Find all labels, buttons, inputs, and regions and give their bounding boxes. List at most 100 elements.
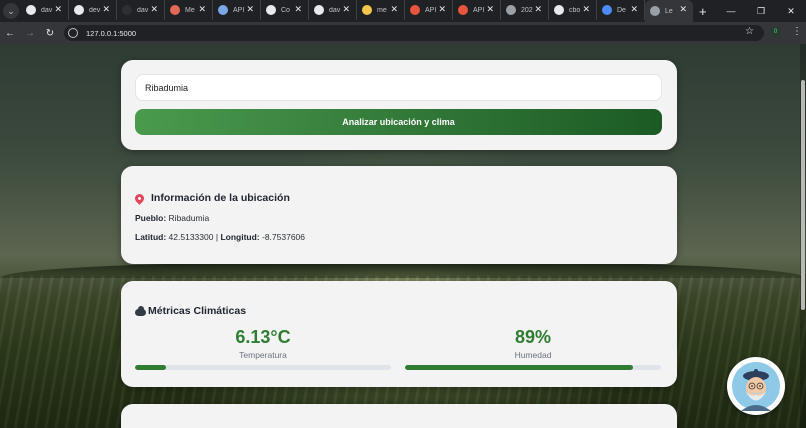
url-text[interactable]: 127.0.0.1:5000 (86, 29, 136, 38)
browser-menu-icon[interactable]: ⋮ (792, 26, 802, 37)
close-tab-icon[interactable]: ✕ (294, 4, 302, 15)
humidity-bar (405, 365, 661, 370)
tab-title: De (617, 6, 626, 14)
close-tab-icon[interactable]: ✕ (246, 4, 254, 15)
tab-title: API (473, 6, 485, 14)
close-tab-icon[interactable]: ✕ (582, 4, 590, 15)
site-icon (362, 5, 372, 15)
tab-title: API (425, 6, 437, 14)
browser-tab[interactable]: Le ✕ (645, 0, 693, 22)
window-controls: — ❐ ✕ (716, 0, 806, 22)
globe-icon (650, 6, 660, 16)
minimize-icon[interactable]: — (716, 6, 746, 16)
close-tab-icon[interactable]: ✕ (150, 4, 158, 15)
analyze-button[interactable]: Analizar ubicación y clima (135, 109, 662, 135)
location-card-title: Información de la ubicación (133, 191, 290, 205)
github-icon (314, 5, 324, 15)
browser-tab[interactable]: De ✕ (597, 0, 645, 20)
longitude-label: Longitud: (220, 232, 260, 242)
new-tab-plus-icon[interactable]: + (699, 4, 707, 19)
browser-tab[interactable]: Co ✕ (261, 0, 309, 20)
tab-title: cbo (569, 6, 581, 14)
site-icon (170, 5, 180, 15)
close-tab-icon[interactable]: ✕ (198, 4, 206, 15)
close-tab-icon[interactable]: ✕ (438, 4, 446, 15)
coordinates-line: Latitud: 42.5133300 | Longitud: -8.75376… (135, 232, 305, 242)
browser-tab-strip: ⌄ dav ✕ dev ✕ dav ✕ Me ✕ API ✕ Co ✕ dav ✕ me ✕ API ✕ API ✕ 2… (0, 0, 806, 22)
site-icon (602, 5, 612, 15)
browser-tab[interactable]: dav ✕ (309, 0, 357, 20)
page-viewport: Analizar ubicación y clima Información d… (0, 44, 806, 428)
extension-badge[interactable]: 0 (770, 27, 781, 38)
temperature-value: 6.13°C (235, 327, 291, 347)
forward-arrow-icon[interactable]: → (20, 28, 40, 39)
climate-metrics-card: Métricas Climáticas 6.13°C Temperatura 8… (121, 281, 677, 387)
next-card (121, 404, 677, 428)
cloud-icon (135, 305, 146, 316)
longitude-value: -8.7537606 (262, 232, 306, 242)
humidity-value: 89% (514, 327, 552, 347)
climate-title-text: Métricas Climáticas (148, 305, 247, 317)
github-icon (266, 5, 276, 15)
coords-separator: | (215, 232, 219, 242)
search-card: Analizar ubicación y clima (121, 60, 677, 150)
location-title-text: Información de la ubicación (151, 192, 290, 204)
tab-title: Me (185, 6, 195, 14)
tab-title: 202 (521, 6, 533, 14)
browser-tab[interactable]: API ✕ (405, 0, 453, 20)
globe-icon (506, 5, 516, 15)
humidity-bar-fill (405, 365, 633, 370)
github-icon (26, 5, 36, 15)
browser-tab[interactable]: cbo ✕ (549, 0, 597, 20)
latitude-label: Latitud: (135, 232, 167, 242)
circle-icon (122, 5, 132, 15)
latitude-value: 42.5133300 (168, 232, 214, 242)
close-tab-icon[interactable]: ✕ (679, 4, 687, 15)
close-tab-icon[interactable]: ✕ (630, 4, 638, 15)
close-tab-icon[interactable]: ✕ (342, 4, 350, 15)
town-line: Pueblo: Ribadumia (135, 213, 209, 223)
tab-search-chevron-icon[interactable]: ⌄ (3, 3, 19, 19)
tab-title: dav (137, 6, 149, 14)
browser-tab[interactable]: me ✕ (357, 0, 405, 20)
site-icon (218, 5, 228, 15)
site-icon (410, 5, 420, 15)
tab-title: Co (281, 6, 290, 14)
close-tab-icon[interactable]: ✕ (390, 4, 398, 15)
back-arrow-icon[interactable]: ← (0, 28, 20, 39)
close-tab-icon[interactable]: ✕ (54, 4, 62, 15)
tab-title: me (377, 6, 387, 14)
page-scrollbar[interactable] (800, 44, 806, 428)
temperature-bar-fill (135, 365, 166, 370)
close-window-icon[interactable]: ✕ (776, 6, 806, 17)
tab-title: API (233, 6, 245, 14)
site-info-icon[interactable] (68, 28, 78, 38)
scrollbar-thumb[interactable] (801, 80, 805, 310)
browser-tab[interactable]: dev ✕ (69, 0, 117, 20)
address-bar[interactable]: 127.0.0.1:5000 ☆ (64, 25, 764, 41)
location-pin-icon (133, 191, 146, 205)
browser-tab[interactable]: dav ✕ (117, 0, 165, 20)
temperature-bar (135, 365, 391, 370)
humidity-label: Humedad (514, 350, 552, 360)
location-input[interactable] (135, 74, 662, 101)
tab-title: dav (41, 6, 53, 14)
assistant-avatar[interactable] (727, 357, 785, 415)
browser-tab[interactable]: API ✕ (213, 0, 261, 20)
close-tab-icon[interactable]: ✕ (486, 4, 494, 15)
browser-toolbar: ← → ↻ 127.0.0.1:5000 ☆ 0 ⋮ (0, 22, 806, 44)
github-icon (554, 5, 564, 15)
reload-icon[interactable]: ↻ (40, 28, 60, 39)
site-icon (458, 5, 468, 15)
close-tab-icon[interactable]: ✕ (534, 4, 542, 15)
location-info-card: Información de la ubicación Pueblo: Riba… (121, 166, 677, 264)
browser-tab[interactable]: API ✕ (453, 0, 501, 20)
tab-title: Le (665, 7, 673, 15)
browser-tab[interactable]: Me ✕ (165, 0, 213, 20)
close-tab-icon[interactable]: ✕ (102, 4, 110, 15)
restore-icon[interactable]: ❐ (746, 6, 776, 17)
browser-tab[interactable]: 202 ✕ (501, 0, 549, 20)
bookmark-star-icon[interactable]: ☆ (745, 26, 754, 37)
humidity-metric: 89% Humedad (405, 327, 661, 360)
browser-tab[interactable]: dav ✕ (21, 0, 69, 20)
